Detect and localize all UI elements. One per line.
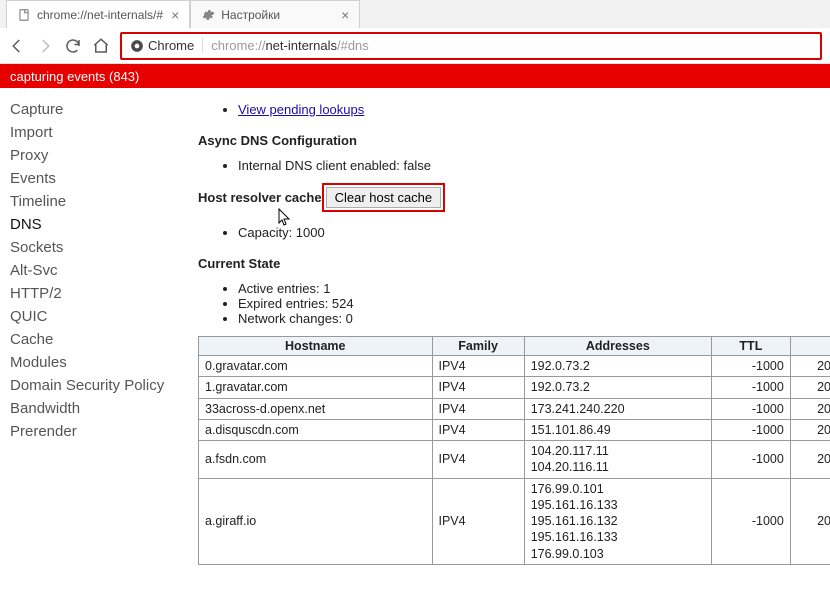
cell-extra: 20: [790, 356, 830, 377]
sidebar-item-http-2[interactable]: HTTP/2: [10, 282, 190, 305]
sidebar-item-alt-svc[interactable]: Alt-Svc: [10, 259, 190, 282]
cell-host: 33across-d.openx.net: [199, 398, 433, 419]
forward-icon[interactable]: [36, 37, 54, 55]
sidebar-item-domain-security-policy[interactable]: Domain Security Policy: [10, 374, 190, 397]
close-icon[interactable]: ×: [341, 8, 349, 22]
sidebar-item-prerender[interactable]: Prerender: [10, 420, 190, 443]
table-header: TTL: [711, 337, 790, 356]
cell-addresses: 104.20.117.11 104.20.116.11: [524, 441, 711, 479]
url-host: net-internals: [265, 38, 337, 53]
tab-net-internals[interactable]: chrome://net-internals/# ×: [6, 0, 190, 28]
cell-family: IPV4: [432, 441, 524, 479]
tabs-row: chrome://net-internals/# × Настройки ×: [0, 0, 830, 28]
cell-ttl: -1000: [711, 478, 790, 564]
tab-title: chrome://net-internals/#: [37, 8, 163, 22]
table-header: [790, 337, 830, 356]
state-item: Network changes: 0: [238, 311, 830, 326]
home-icon[interactable]: [92, 37, 110, 55]
sidebar-item-events[interactable]: Events: [10, 167, 190, 190]
cell-host: a.disquscdn.com: [199, 419, 433, 440]
table-row: 0.gravatar.comIPV4192.0.73.2-100020: [199, 356, 830, 377]
sidebar-item-dns[interactable]: DNS: [10, 213, 190, 236]
cell-extra: 20: [790, 398, 830, 419]
close-icon[interactable]: ×: [171, 8, 179, 22]
pending-lookups-item: View pending lookups: [238, 102, 830, 117]
cursor-icon: [278, 208, 830, 229]
cell-extra: 20: [790, 419, 830, 440]
cache-label: Host resolver cache: [198, 190, 322, 205]
tab-title: Настройки: [221, 8, 333, 22]
cell-family: IPV4: [432, 356, 524, 377]
table-header: Family: [432, 337, 524, 356]
banner-text: capturing events (843): [10, 69, 139, 84]
table-row: a.disquscdn.comIPV4151.101.86.49-100020: [199, 419, 830, 440]
cell-addresses: 173.241.240.220: [524, 398, 711, 419]
cell-family: IPV4: [432, 419, 524, 440]
cell-host: a.giraff.io: [199, 478, 433, 564]
cell-host: a.fsdn.com: [199, 441, 433, 479]
cell-family: IPV4: [432, 398, 524, 419]
sidebar: CaptureImportProxyEventsTimelineDNSSocke…: [0, 88, 190, 599]
url-scheme: chrome://: [211, 38, 265, 53]
nav-row: Chrome chrome://net-internals/#dns: [0, 28, 830, 64]
cell-ttl: -1000: [711, 398, 790, 419]
table-row: a.giraff.ioIPV4176.99.0.101 195.161.16.1…: [199, 478, 830, 564]
cell-ttl: -1000: [711, 356, 790, 377]
view-pending-link[interactable]: View pending lookups: [238, 102, 364, 117]
body-row: CaptureImportProxyEventsTimelineDNSSocke…: [0, 88, 830, 599]
sidebar-item-bandwidth[interactable]: Bandwidth: [10, 397, 190, 420]
tab-settings[interactable]: Настройки ×: [190, 0, 360, 28]
back-icon[interactable]: [8, 37, 26, 55]
sidebar-item-modules[interactable]: Modules: [10, 351, 190, 374]
sidebar-item-capture[interactable]: Capture: [10, 98, 190, 121]
url-path: /#dns: [337, 38, 369, 53]
cell-addresses: 176.99.0.101 195.161.16.133 195.161.16.1…: [524, 478, 711, 564]
content: View pending lookups Async DNS Configura…: [190, 88, 830, 599]
chrome-icon: [130, 39, 144, 53]
cell-host: 0.gravatar.com: [199, 356, 433, 377]
chrome-chip: Chrome: [130, 38, 203, 53]
state-item: Expired entries: 524: [238, 296, 830, 311]
cell-addresses: 192.0.73.2: [524, 356, 711, 377]
sidebar-item-timeline[interactable]: Timeline: [10, 190, 190, 213]
cell-host: 1.gravatar.com: [199, 377, 433, 398]
capture-banner: capturing events (843): [0, 64, 830, 88]
state-item: Active entries: 1: [238, 281, 830, 296]
sidebar-item-cache[interactable]: Cache: [10, 328, 190, 351]
page-icon: [17, 8, 31, 22]
cell-extra: 20: [790, 441, 830, 479]
clear-host-cache-button[interactable]: Clear host cache: [326, 187, 442, 208]
gear-icon: [201, 8, 215, 22]
dns-table: HostnameFamilyAddressesTTL 0.gravatar.co…: [198, 336, 830, 565]
sidebar-item-proxy[interactable]: Proxy: [10, 144, 190, 167]
async-dns-heading: Async DNS Configuration: [198, 133, 830, 148]
cell-addresses: 192.0.73.2: [524, 377, 711, 398]
sidebar-item-quic[interactable]: QUIC: [10, 305, 190, 328]
cell-extra: 20: [790, 377, 830, 398]
chip-label: Chrome: [148, 38, 194, 53]
cell-ttl: -1000: [711, 377, 790, 398]
address-bar[interactable]: Chrome chrome://net-internals/#dns: [120, 32, 822, 60]
table-header: Hostname: [199, 337, 433, 356]
cell-ttl: -1000: [711, 419, 790, 440]
cell-ttl: -1000: [711, 441, 790, 479]
table-row: 33across-d.openx.netIPV4173.241.240.220-…: [199, 398, 830, 419]
table-row: a.fsdn.comIPV4104.20.117.11 104.20.116.1…: [199, 441, 830, 479]
cell-family: IPV4: [432, 377, 524, 398]
cell-family: IPV4: [432, 478, 524, 564]
current-state-heading: Current State: [198, 256, 830, 271]
cell-extra: 20: [790, 478, 830, 564]
sidebar-item-sockets[interactable]: Sockets: [10, 236, 190, 259]
table-row: 1.gravatar.comIPV4192.0.73.2-100020: [199, 377, 830, 398]
reload-icon[interactable]: [64, 37, 82, 55]
browser-chrome: chrome://net-internals/# × Настройки × C: [0, 0, 830, 64]
cell-addresses: 151.101.86.49: [524, 419, 711, 440]
table-header: Addresses: [524, 337, 711, 356]
sidebar-item-import[interactable]: Import: [10, 121, 190, 144]
async-dns-item: Internal DNS client enabled: false: [238, 158, 830, 173]
